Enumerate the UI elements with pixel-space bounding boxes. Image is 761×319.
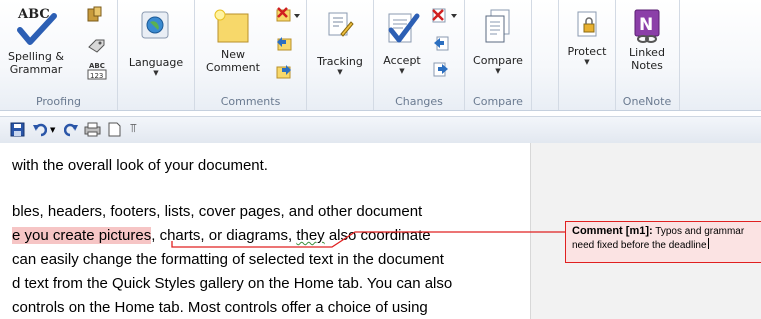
next-change-icon bbox=[433, 62, 448, 77]
proofing-group: ABC Spelling & Grammar ABC 123 Proofing bbox=[0, 0, 118, 110]
document-line: can easily change the formatting of sele… bbox=[12, 251, 444, 268]
next-change-button[interactable] bbox=[432, 60, 450, 82]
redo-button[interactable] bbox=[63, 122, 79, 141]
previous-change-button[interactable] bbox=[432, 34, 450, 56]
document-body[interactable]: with the overall look of your document. … bbox=[0, 143, 530, 319]
research-icon bbox=[87, 6, 102, 22]
comment-label: Comment [m1]: bbox=[572, 225, 653, 237]
comments-group: New Comment Comments bbox=[195, 0, 307, 110]
previous-change-icon bbox=[434, 36, 449, 51]
svg-text:ABC: ABC bbox=[89, 62, 105, 70]
print-preview-button[interactable] bbox=[84, 122, 101, 141]
changes-group-label: Changes bbox=[395, 95, 443, 108]
document-line: e you create pictures, charts, or diagra… bbox=[12, 227, 431, 244]
previous-comment-button[interactable] bbox=[275, 34, 293, 56]
document-line: controls on the Home tab. Most controls … bbox=[12, 299, 428, 316]
next-comment-icon bbox=[276, 65, 291, 79]
protect-button[interactable]: Protect ▼ bbox=[559, 8, 615, 66]
document-line: d text from the Quick Styles gallery on … bbox=[12, 275, 453, 292]
changes-group: Accept ▼ Changes bbox=[374, 0, 465, 110]
save-button[interactable] bbox=[10, 122, 25, 141]
spelling-check-icon: ABC bbox=[17, 7, 57, 45]
comments-group-label: Comments bbox=[220, 95, 281, 108]
thesaurus-button[interactable] bbox=[88, 37, 106, 57]
protect-dropdown-arrow: ▼ bbox=[584, 58, 590, 66]
language-dropdown-arrow: ▼ bbox=[153, 69, 159, 77]
accept-change-icon bbox=[388, 13, 420, 43]
svg-text:123: 123 bbox=[90, 72, 103, 80]
grammar-flagged-word[interactable]: they bbox=[296, 227, 324, 244]
protect-document-icon bbox=[577, 11, 597, 37]
accept-dropdown-arrow: ▼ bbox=[399, 67, 405, 75]
save-icon bbox=[10, 122, 25, 137]
compare-documents-icon bbox=[485, 9, 510, 43]
language-label: Language bbox=[128, 56, 184, 69]
svg-text:N: N bbox=[639, 15, 653, 35]
tracking-dropdown-arrow: ▼ bbox=[337, 68, 343, 76]
new-document-icon bbox=[108, 122, 121, 137]
delete-comment-button[interactable] bbox=[275, 6, 301, 28]
thesaurus-icon bbox=[88, 39, 105, 53]
tracking-button[interactable]: Tracking ▼ bbox=[309, 8, 371, 76]
compare-group: Compare ▼ Compare bbox=[465, 0, 532, 110]
spelling-grammar-button[interactable]: ABC Spelling & Grammar bbox=[4, 4, 68, 76]
protect-label: Protect bbox=[567, 45, 607, 58]
document-text: , charts, or diagrams, bbox=[151, 227, 297, 244]
comment-balloon[interactable]: Comment [m1]: Typos and grammar need fix… bbox=[565, 221, 761, 263]
compare-dropdown-arrow: ▼ bbox=[495, 67, 501, 75]
undo-dropdown-arrow[interactable]: ▼ bbox=[50, 126, 55, 134]
new-comment-icon bbox=[214, 9, 249, 43]
spelling-label-line1: Spelling & bbox=[8, 50, 64, 63]
reject-change-icon bbox=[432, 8, 457, 23]
quick-access-toolbar: ▼ ⫪ bbox=[0, 116, 761, 144]
svg-text:ABC: ABC bbox=[17, 7, 50, 22]
accept-button[interactable]: Accept ▼ bbox=[378, 8, 426, 75]
language-group: Language ▼ bbox=[118, 0, 195, 110]
spelling-label-line2: Grammar bbox=[9, 63, 63, 76]
research-button[interactable] bbox=[86, 6, 104, 28]
document-line: bles, headers, footers, lists, cover pag… bbox=[12, 203, 423, 220]
proofing-group-label: Proofing bbox=[35, 95, 82, 108]
onenote-icon: N bbox=[634, 9, 660, 43]
print-icon bbox=[84, 122, 101, 137]
delete-comment-icon bbox=[276, 7, 300, 22]
document-text: also coordinate bbox=[324, 227, 431, 244]
linked-notes-button[interactable]: N Linked Notes bbox=[617, 6, 677, 72]
redo-icon bbox=[63, 123, 78, 137]
protect-group: Protect ▼ bbox=[558, 0, 616, 110]
language-button[interactable]: Language ▼ bbox=[122, 8, 190, 77]
compare-button[interactable]: Compare ▼ bbox=[467, 8, 529, 75]
undo-button[interactable] bbox=[32, 122, 48, 141]
customize-qat-button[interactable]: ⫪ bbox=[130, 121, 137, 136]
new-document-button[interactable] bbox=[108, 122, 121, 141]
onenote-group-label: OneNote bbox=[622, 95, 672, 108]
new-comment-button[interactable]: New Comment bbox=[201, 8, 265, 74]
tracking-group: Tracking ▼ bbox=[307, 0, 374, 110]
text-cursor bbox=[707, 238, 709, 249]
linked-notes-label-line2: Notes bbox=[631, 59, 663, 72]
comment-text-line1: Typos and grammar bbox=[652, 226, 745, 237]
comment-text-line2: need fixed before the deadline bbox=[572, 240, 707, 251]
compare-group-label: Compare bbox=[473, 95, 523, 108]
tracking-label: Tracking bbox=[317, 55, 363, 68]
undo-icon bbox=[33, 123, 48, 137]
document-line: with the overall look of your document. bbox=[12, 157, 268, 174]
next-comment-button[interactable] bbox=[275, 62, 293, 84]
compare-button-label: Compare bbox=[473, 54, 523, 67]
commented-text[interactable]: e you create pictures bbox=[12, 227, 152, 244]
reject-button[interactable] bbox=[430, 6, 460, 28]
language-globe-icon bbox=[141, 11, 169, 39]
track-changes-icon bbox=[328, 12, 354, 37]
linked-notes-label-line1: Linked bbox=[629, 46, 665, 59]
word-count-icon: ABC 123 bbox=[87, 62, 107, 80]
previous-comment-icon bbox=[277, 37, 292, 51]
review-ribbon: ABC Spelling & Grammar ABC 123 Proofing … bbox=[0, 0, 761, 111]
new-comment-label-line1: New bbox=[221, 48, 245, 61]
word-count-button[interactable]: ABC 123 bbox=[86, 60, 108, 84]
new-comment-label-line2: Comment bbox=[206, 61, 260, 74]
accept-label: Accept bbox=[383, 54, 421, 67]
onenote-group: N Linked Notes OneNote bbox=[615, 0, 680, 110]
